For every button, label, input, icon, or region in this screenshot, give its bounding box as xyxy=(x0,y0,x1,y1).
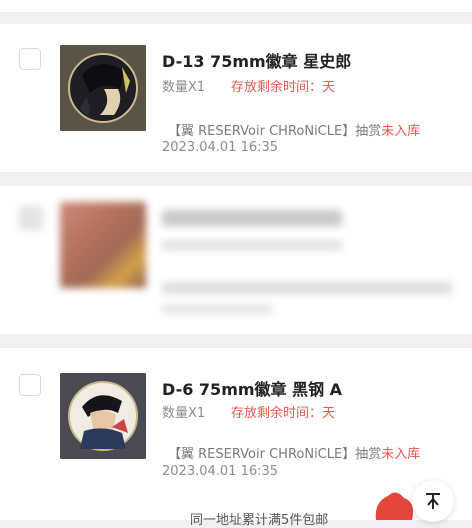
blurred-date xyxy=(162,304,272,314)
item-source: 【翼 RESERVoir CHRoNiCLE】抽赏未入库 xyxy=(168,443,420,462)
item-date: 2023.04.01 16:35 xyxy=(162,464,279,479)
badge-thumbnail[interactable] xyxy=(60,373,146,459)
storage-time: 存放剩余时间：天 xyxy=(231,80,336,95)
anime-badge-image xyxy=(60,45,146,131)
badge-thumbnail[interactable] xyxy=(60,45,146,131)
source-prefix: 【翼 RESERVoir CHRoNiCLE】抽赏 xyxy=(168,124,382,139)
source-prefix: 【翼 RESERVoir CHRoNiCLE】抽赏 xyxy=(168,447,382,462)
list-item-blurred xyxy=(0,186,472,334)
blurred-meta xyxy=(162,240,342,250)
blurred-title xyxy=(162,210,342,226)
list-item[interactable]: D-13 75mm徽章 星史郎 数量X1 存放剩余时间：天 【翼 RESERVo… xyxy=(0,24,472,172)
red-mascot-icon xyxy=(375,492,413,520)
free-shipping-note: 同一地址累计满5件包邮 xyxy=(190,513,329,528)
source-status: 未入库 xyxy=(381,447,421,462)
scroll-top-button[interactable] xyxy=(412,480,454,522)
item-title[interactable]: D-6 75mm徽章 黑钢 A xyxy=(162,376,342,400)
item-title[interactable]: D-13 75mm徽章 星史郎 xyxy=(162,48,351,72)
source-status: 未入库 xyxy=(381,124,421,139)
storage-time: 存放剩余时间：天 xyxy=(231,406,336,421)
item-quantity: 数量X1 xyxy=(162,406,206,421)
anime-badge-image xyxy=(60,373,146,459)
top-card-edge xyxy=(0,0,472,12)
select-checkbox[interactable] xyxy=(19,374,41,396)
blurred-source xyxy=(162,282,452,294)
blurred-checkbox xyxy=(19,206,43,230)
blurred-thumbnail xyxy=(60,202,146,288)
item-quantity: 数量X1 xyxy=(162,80,206,95)
scroll-top-icon xyxy=(426,493,440,509)
item-date: 2023.04.01 16:35 xyxy=(162,140,279,155)
select-checkbox[interactable] xyxy=(19,48,41,70)
item-source: 【翼 RESERVoir CHRoNiCLE】抽赏未入库 xyxy=(168,120,420,139)
